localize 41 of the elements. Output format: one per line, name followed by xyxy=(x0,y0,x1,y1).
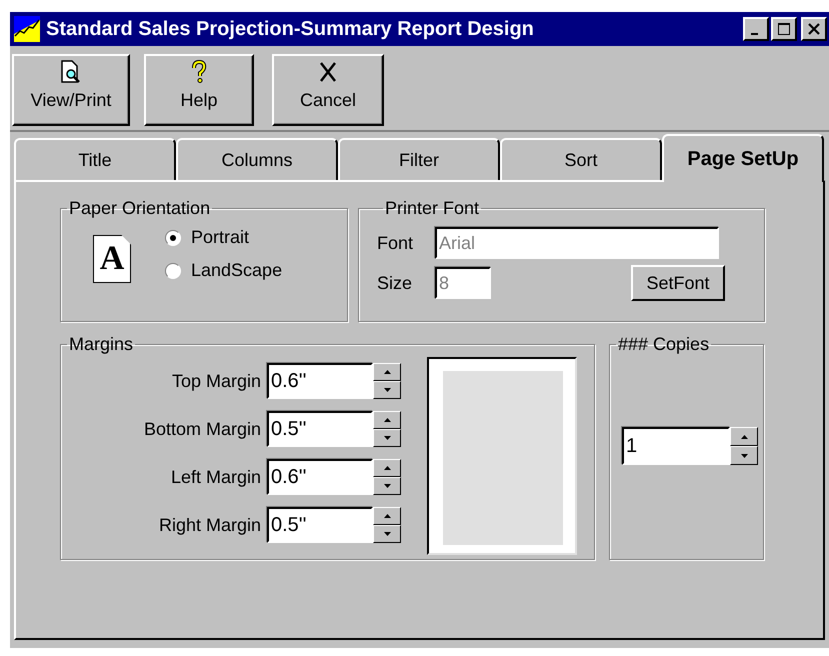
document-icon: A xyxy=(93,235,131,283)
radio-option[interactable]: Portrait xyxy=(165,227,282,248)
spinner-arrows[interactable] xyxy=(373,363,401,399)
spinner-arrows[interactable] xyxy=(373,411,401,447)
maximize-button[interactable] xyxy=(771,17,797,41)
group-title: Printer Font xyxy=(385,198,480,218)
help-button[interactable]: Help xyxy=(144,54,254,126)
field-label: Bottom Margin xyxy=(142,418,261,440)
cancel-button[interactable]: Cancel xyxy=(272,54,384,126)
margin-field[interactable]: 0.5'' xyxy=(267,507,373,543)
group-title: Margins xyxy=(69,334,134,354)
group-title: Paper Orientation xyxy=(69,198,210,218)
group-title: ### Copies xyxy=(618,334,710,354)
tab[interactable]: Title xyxy=(14,138,176,180)
chart-icon xyxy=(14,16,40,42)
radio-option[interactable]: LandScape xyxy=(165,260,282,281)
tab[interactable]: Filter xyxy=(338,138,500,180)
copies-field[interactable]: 1 xyxy=(622,427,730,465)
field-label: Size xyxy=(377,272,414,294)
magnifier-document-icon xyxy=(60,60,82,84)
minimize-button[interactable] xyxy=(743,17,769,41)
tab[interactable]: Page SetUp xyxy=(662,134,824,182)
margin-field[interactable]: 0.6'' xyxy=(267,459,373,495)
view-print-button[interactable]: View/Print xyxy=(12,54,130,126)
margin-field[interactable]: 0.5'' xyxy=(267,411,373,447)
window-title: Standard Sales Projection-Summary Report Design xyxy=(46,18,535,40)
field-label: Font xyxy=(377,232,414,254)
spinner-arrows[interactable] xyxy=(730,427,758,465)
field-label: Right Margin xyxy=(158,514,261,536)
close-button[interactable] xyxy=(801,17,827,41)
field-label: Left Margin xyxy=(170,466,261,488)
margin-field[interactable]: 0.6'' xyxy=(267,363,373,399)
minimize-icon xyxy=(750,33,758,35)
field-label: Top Margin xyxy=(170,370,261,392)
maximize-icon xyxy=(777,22,791,36)
close-icon xyxy=(807,22,821,36)
spinner-arrows[interactable] xyxy=(373,507,401,543)
tab[interactable]: Columns xyxy=(176,138,338,180)
close-icon xyxy=(317,60,339,84)
spinner-arrows[interactable] xyxy=(373,459,401,495)
tab[interactable]: Sort xyxy=(500,138,662,180)
